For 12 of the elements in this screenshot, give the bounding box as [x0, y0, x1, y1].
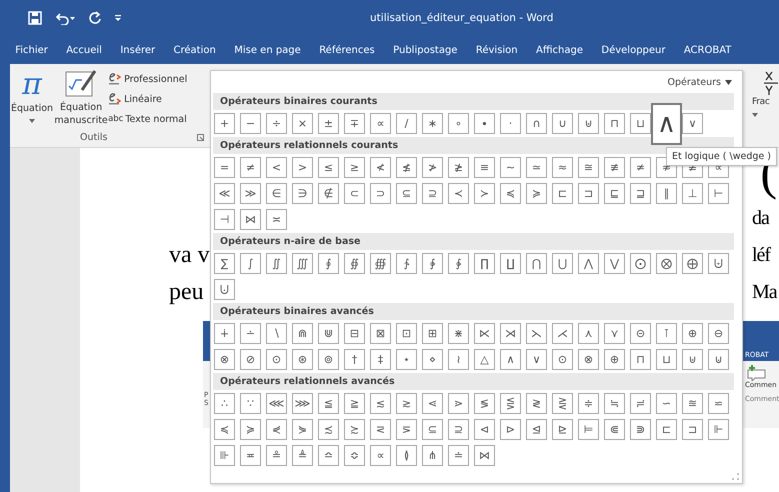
document-text: Ma [752, 281, 778, 304]
window-title: utilisation_éditeur_equation - Word [370, 12, 554, 24]
group-label: Outils [80, 132, 108, 143]
section-header: Opérateurs binaires avancés [213, 303, 734, 320]
document-text: léf [752, 244, 772, 267]
section-header: Opérateurs n-aire de base [213, 233, 734, 250]
document-text: peu [169, 279, 204, 306]
tooltip: Et logique ( \wedge ) [666, 147, 777, 166]
document-text: va v [169, 242, 210, 269]
section-header: Opérateurs relationnels avancés [213, 373, 734, 390]
section-header: Opérateurs binaires courants [213, 93, 734, 110]
document-text: da [752, 207, 770, 230]
